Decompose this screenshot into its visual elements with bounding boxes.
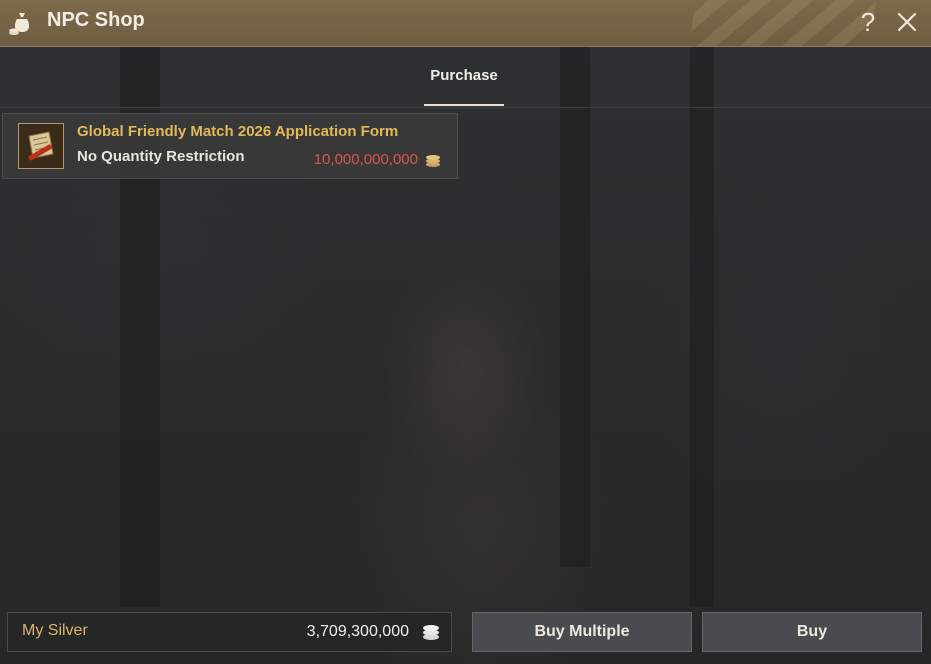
silver-coin-icon	[423, 625, 439, 640]
silver-coin-icon	[426, 155, 440, 167]
shop-item-row[interactable]: Global Friendly Match 2026 Application F…	[2, 113, 458, 179]
active-tab-indicator	[424, 104, 504, 106]
tab-purchase[interactable]: Purchase	[424, 47, 504, 106]
help-icon[interactable]: ?	[856, 6, 880, 38]
money-bag-icon	[9, 13, 29, 35]
item-price: 10,000,000,000	[313, 151, 418, 168]
scroll-item-icon	[18, 123, 64, 169]
close-icon[interactable]	[893, 8, 921, 36]
my-silver-label: My Silver	[22, 622, 88, 639]
buy-multiple-button[interactable]: Buy Multiple	[472, 612, 692, 652]
buy-button[interactable]: Buy	[702, 612, 922, 652]
tab-bar: Purchase	[0, 47, 931, 108]
title-bar-ornament	[680, 0, 882, 46]
item-restriction: No Quantity Restriction	[77, 148, 245, 165]
my-silver-value: 3,709,300,000	[306, 623, 409, 640]
my-silver-panel: My Silver 3,709,300,000	[7, 612, 452, 652]
item-name: Global Friendly Match 2026 Application F…	[77, 123, 399, 140]
tab-purchase-label: Purchase	[430, 67, 498, 84]
window-title: NPC Shop	[47, 9, 145, 31]
title-bar: NPC Shop ?	[0, 0, 931, 47]
